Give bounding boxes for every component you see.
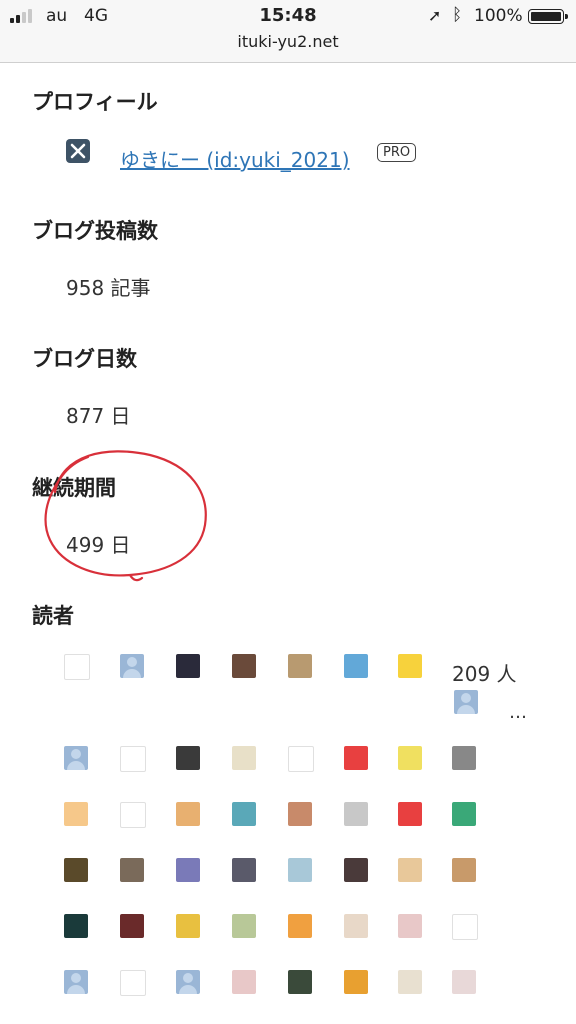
reader-avatar[interactable] [452, 914, 478, 940]
reader-avatar[interactable] [398, 654, 422, 678]
location-arrow-icon: ➚ [428, 6, 442, 25]
reader-avatar[interactable] [64, 970, 88, 994]
reader-avatar[interactable] [232, 746, 256, 770]
battery-icon [528, 9, 568, 24]
reader-avatar[interactable] [344, 914, 368, 938]
address-bar-url[interactable]: ituki-yu2.net [0, 32, 576, 51]
reader-avatar[interactable] [452, 970, 476, 994]
reader-avatar[interactable] [176, 654, 200, 678]
reader-avatar[interactable] [64, 746, 88, 770]
profile-link[interactable]: ゆきにー (id:yuki_2021) [120, 144, 350, 173]
reader-avatar[interactable] [288, 746, 314, 772]
reader-avatar[interactable] [452, 746, 476, 770]
bluetooth-icon: ᛒ [452, 5, 463, 25]
streak-value: 499 日 [66, 533, 131, 557]
reader-avatar[interactable] [176, 970, 200, 994]
streak-heading: 継続期間 [32, 476, 116, 500]
reader-avatar[interactable] [176, 802, 200, 826]
post-count-heading: ブログ投稿数 [32, 219, 158, 243]
post-count-value: 958 記事 [66, 276, 151, 300]
profile-heading: プロフィール [32, 90, 158, 114]
reader-avatar[interactable] [120, 746, 146, 772]
reader-avatar[interactable] [344, 746, 368, 770]
reader-avatar[interactable] [288, 802, 312, 826]
more-readers-link[interactable]: … [509, 702, 527, 723]
reader-avatar[interactable] [288, 970, 312, 994]
reader-avatar[interactable] [176, 858, 200, 882]
reader-avatar[interactable] [398, 802, 422, 826]
reader-avatar[interactable] [344, 970, 368, 994]
status-bar: au 4G 15:48 ➚ ᛒ 100% ituki-yu2.net [0, 0, 576, 63]
tools-icon [70, 143, 86, 159]
reader-avatar[interactable] [176, 914, 200, 938]
reader-avatar[interactable] [120, 858, 144, 882]
reader-avatar[interactable] [120, 914, 144, 938]
reader-avatar[interactable] [120, 802, 146, 828]
reader-avatar[interactable] [288, 914, 312, 938]
reader-avatar[interactable] [176, 746, 200, 770]
reader-avatar[interactable] [288, 654, 312, 678]
reader-avatar[interactable] [452, 802, 476, 826]
reader-avatar[interactable] [232, 654, 256, 678]
reader-avatar[interactable] [64, 914, 88, 938]
reader-avatar[interactable] [398, 970, 422, 994]
readers-count: 209 人 [452, 662, 517, 686]
reader-avatar[interactable] [64, 802, 88, 826]
reader-avatar[interactable] [398, 914, 422, 938]
reader-avatar[interactable] [288, 858, 312, 882]
pro-badge: PRO [377, 143, 417, 162]
reader-avatar[interactable] [344, 802, 368, 826]
reader-avatar[interactable] [232, 970, 256, 994]
reader-avatar[interactable] [454, 690, 478, 714]
profile-avatar[interactable] [66, 139, 90, 163]
reader-avatar[interactable] [398, 858, 422, 882]
blog-days-heading: ブログ日数 [32, 347, 137, 371]
reader-avatar[interactable] [344, 654, 368, 678]
reader-avatar[interactable] [232, 858, 256, 882]
blog-days-value: 877 日 [66, 404, 131, 428]
reader-avatar[interactable] [452, 858, 476, 882]
reader-avatar[interactable] [232, 802, 256, 826]
reader-avatar[interactable] [232, 914, 256, 938]
reader-avatar[interactable] [64, 858, 88, 882]
reader-avatar[interactable] [398, 746, 422, 770]
battery-percentage: 100% [474, 6, 523, 26]
reader-avatar[interactable] [64, 654, 90, 680]
reader-avatar[interactable] [120, 654, 144, 678]
readers-heading: 読者 [32, 604, 74, 628]
reader-avatar[interactable] [344, 858, 368, 882]
reader-avatar[interactable] [120, 970, 146, 996]
